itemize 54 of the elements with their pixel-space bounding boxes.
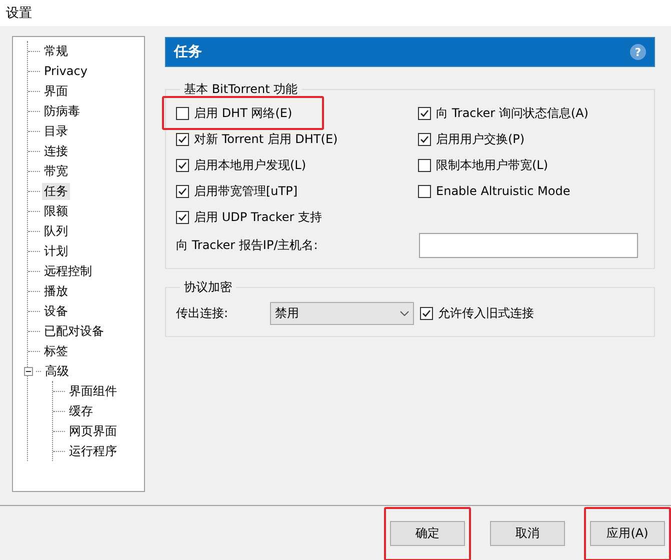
field-label: 向 Tracker 报告IP/主机名: [176,236,318,254]
checkbox[interactable] [176,106,189,120]
checkbox-label[interactable]: 允许传入旧式连接 [436,304,536,322]
tree-item[interactable]: 远程控制 [42,262,94,280]
checkbox[interactable] [176,184,189,198]
checkbox[interactable] [176,210,189,224]
dialog-button[interactable]: 应用(A) [590,520,665,546]
window-title: 设置 [6,5,32,22]
tree-item[interactable]: 计划 [42,242,70,260]
tree-item[interactable]: 常规 [42,42,70,60]
tree-item[interactable]: 带宽 [42,162,70,180]
checkbox-label[interactable]: 限制本地用户带宽(L) [434,156,550,174]
tree-item[interactable]: 播放 [42,282,70,300]
tree-item[interactable]: 运行程序 [67,442,119,460]
tree-item[interactable]: 缓存 [67,402,95,420]
checkbox-label[interactable]: 启用用户交换(P) [434,130,527,148]
input-field[interactable] [419,232,638,258]
checkbox-label[interactable]: 启用 UDP Tracker 支持 [192,208,324,226]
tree-item[interactable]: Privacy [42,62,90,80]
checkbox[interactable] [176,158,189,172]
tree-item[interactable]: 网页界面 [67,422,119,440]
tree-item[interactable]: 标签 [42,342,70,360]
tree-item[interactable]: 限额 [42,202,70,220]
tree-item[interactable]: 连接 [42,142,70,160]
tree-item[interactable]: 界面 [42,82,70,100]
dialog-button[interactable]: 确定 [390,520,465,546]
section-title: 任务 [174,43,202,61]
dropdown[interactable]: 禁用 [270,302,414,324]
tree-item[interactable]: 任务 [42,182,70,200]
checkbox-label[interactable]: 对新 Torrent 启用 DHT(E) [192,130,340,148]
tree-item[interactable]: 高级 [43,362,71,380]
checkbox-label[interactable]: 启用 DHT 网络(E) [192,104,294,122]
checkbox[interactable] [418,184,431,198]
checkbox-label[interactable]: 启用带宽管理[uTP] [192,182,300,200]
tree-item[interactable]: 界面组件 [67,382,119,400]
tree-item[interactable]: 防病毒 [42,102,82,120]
checkbox[interactable] [176,132,189,146]
chevron-icon [400,310,409,316]
checkbox-label[interactable]: 启用本地用户发现(L) [192,156,308,174]
tree-item[interactable]: 队列 [42,222,70,240]
group-title: 协议加密 [183,279,233,296]
checkbox[interactable] [418,106,431,120]
checkbox[interactable] [418,158,431,172]
checkbox[interactable] [418,132,431,146]
checkbox-label[interactable]: 向 Tracker 询问状态信息(A) [434,104,590,122]
tree-item[interactable]: 设备 [42,302,70,320]
checkbox-label[interactable]: Enable Altruistic Mode [434,182,572,200]
dialog-button[interactable]: 取消 [490,520,565,546]
group-title: 基本 BitTorrent 功能 [183,81,299,98]
tree-item[interactable]: 目录 [42,122,70,140]
field-label: 传出连接: [176,304,230,322]
checkbox[interactable] [420,306,433,320]
tree-item[interactable]: 已配对设备 [42,322,106,340]
collapse-icon[interactable] [24,366,33,376]
